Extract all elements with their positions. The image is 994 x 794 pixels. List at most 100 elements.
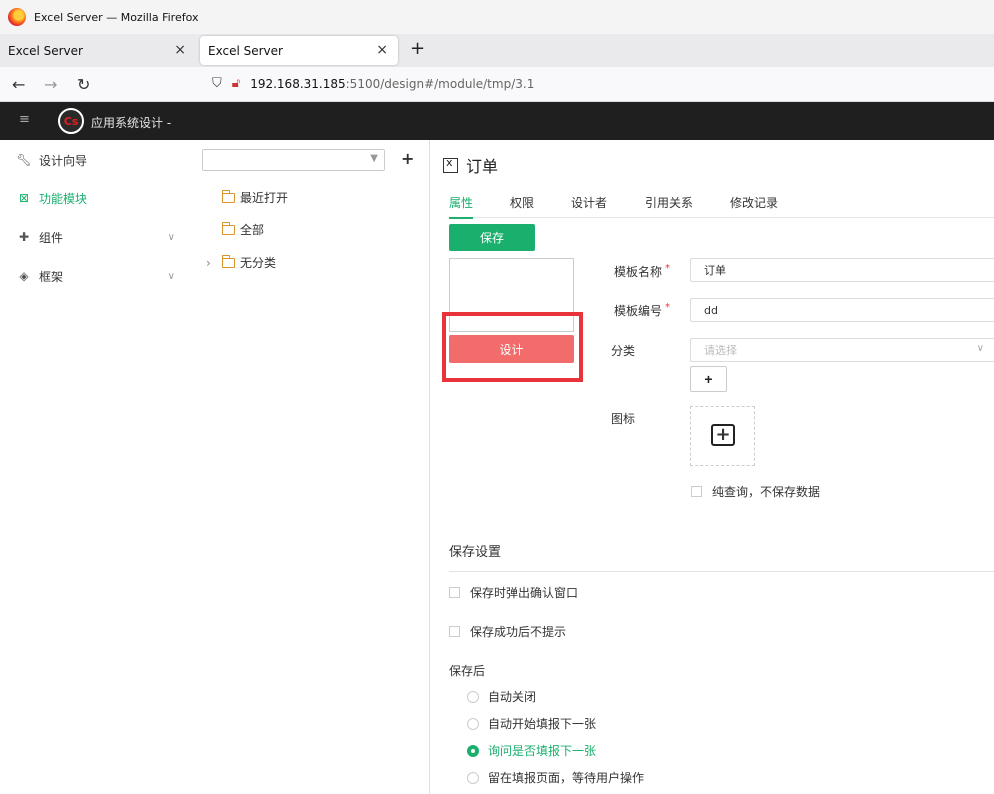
radio-label: 询问是否填报下一张 bbox=[488, 744, 597, 758]
radio-auto-next[interactable]: 自动开始填报下一张 bbox=[467, 715, 596, 732]
shield-icon: ⛉ bbox=[212, 76, 222, 91]
tab-references[interactable]: 引用关系 bbox=[645, 194, 693, 217]
chevron-right-icon[interactable]: › bbox=[206, 256, 211, 270]
query-only-checkbox[interactable]: 纯查询，不保存数据 bbox=[691, 483, 820, 500]
checkbox-label: 保存成功后不提示 bbox=[470, 625, 567, 639]
wrench-icon: 🔧︎ bbox=[16, 153, 32, 167]
tree-node-label: 最近打开 bbox=[240, 191, 289, 205]
save-button[interactable]: 保存 bbox=[449, 224, 535, 251]
icon-upload-box[interactable]: + bbox=[690, 406, 755, 466]
category-select[interactable]: 请选择 ∨ bbox=[690, 338, 994, 362]
radio-dot[interactable] bbox=[467, 690, 479, 703]
cube-icon: ◈ bbox=[19, 269, 29, 283]
sidebar-item-components[interactable]: ✚ 组件 ∨ bbox=[16, 227, 181, 247]
category-placeholder: 请选择 bbox=[704, 344, 737, 357]
chevron-down-icon: ∨ bbox=[976, 343, 984, 354]
sidebar: 🔧︎ 设计向导 ⊠ 功能模块 ✚ 组件 ∨ ◈ 框架 ∨ bbox=[0, 140, 192, 794]
tree-node-recent[interactable]: 最近打开 bbox=[221, 189, 289, 206]
icon-label: 图标 bbox=[611, 412, 636, 426]
radio-label: 留在填报页面，等待用户操作 bbox=[488, 771, 645, 785]
tab-change-log[interactable]: 修改记录 bbox=[730, 194, 778, 217]
template-preview bbox=[449, 258, 574, 332]
page-title: 订单 bbox=[443, 153, 498, 177]
forward-arrow-icon[interactable]: → bbox=[44, 75, 57, 94]
reload-icon[interactable]: ↻ bbox=[77, 75, 90, 94]
browser-tab-label: Excel Server bbox=[208, 43, 283, 58]
window-titlebar: Excel Server — Mozilla Firefox bbox=[0, 0, 994, 34]
section-divider bbox=[449, 571, 994, 572]
confirm-popup-checkbox[interactable]: 保存时弹出确认窗口 bbox=[449, 584, 578, 601]
menu-icon[interactable]: ≡ bbox=[19, 112, 30, 127]
app-title: 应用系统设计 - bbox=[91, 116, 172, 130]
tree-node-all[interactable]: 全部 bbox=[221, 221, 265, 238]
browser-tab-1[interactable]: Excel Server × bbox=[0, 36, 196, 65]
category-label: 分类 bbox=[611, 344, 636, 358]
radio-ask-next[interactable]: 询问是否填报下一张 bbox=[467, 742, 596, 759]
module-icon: ⊠ bbox=[18, 191, 30, 205]
radio-auto-close[interactable]: 自动关闭 bbox=[467, 688, 536, 705]
close-icon[interactable]: × bbox=[376, 42, 388, 58]
module-icon bbox=[443, 156, 458, 173]
checkbox-box[interactable] bbox=[691, 486, 702, 497]
radio-label: 自动开始填报下一张 bbox=[488, 717, 597, 731]
sidebar-item-label: 设计向导 bbox=[39, 153, 88, 168]
sidebar-item-function-module[interactable]: ⊠ 功能模块 bbox=[16, 188, 181, 208]
app-logo: Cs bbox=[58, 108, 84, 134]
tree-search-input[interactable]: ▼ bbox=[202, 149, 385, 171]
tree-node-uncategorized[interactable]: › 无分类 bbox=[206, 254, 277, 271]
radio-dot[interactable] bbox=[467, 771, 479, 784]
browser-tab-label: Excel Server bbox=[8, 43, 83, 58]
design-button[interactable]: 设计 bbox=[449, 335, 574, 363]
radio-stay-on-page[interactable]: 留在填报页面，等待用户操作 bbox=[467, 769, 644, 786]
puzzle-icon: ✚ bbox=[18, 230, 30, 244]
sidebar-item-label: 框架 bbox=[39, 269, 64, 284]
module-tree-panel: ▼ + 最近打开 全部 › 无分类 bbox=[192, 140, 430, 794]
app-header: ≡ Cs 应用系统设计 - bbox=[0, 102, 994, 140]
template-code-field[interactable]: dd bbox=[690, 298, 994, 322]
close-icon[interactable]: × bbox=[174, 42, 186, 58]
add-category-button[interactable]: + bbox=[690, 366, 727, 392]
radio-label: 自动关闭 bbox=[488, 690, 537, 704]
back-arrow-icon[interactable]: ← bbox=[12, 75, 25, 94]
checkbox-label: 纯查询，不保存数据 bbox=[712, 485, 821, 499]
url-host: 192.168.31.185 bbox=[250, 76, 346, 91]
insecure-lock-icon[interactable]: 🔓︎ bbox=[232, 76, 240, 91]
browser-navbar: ← → ↻ ⛉ 🔓︎ 192.168.31.185:5100/design#/m… bbox=[0, 67, 994, 102]
template-name-label: 模板名称 * bbox=[614, 263, 671, 279]
radio-dot[interactable] bbox=[467, 717, 479, 730]
url-path: :5100/design#/module/tmp/3.1 bbox=[345, 76, 535, 91]
chevron-down-icon: ∨ bbox=[167, 270, 175, 282]
radio-dot[interactable] bbox=[467, 744, 479, 757]
firefox-logo-icon bbox=[8, 8, 26, 26]
url-bar[interactable]: ⛉ 🔓︎ 192.168.31.185:5100/design#/module/… bbox=[212, 76, 534, 91]
save-settings-title: 保存设置 bbox=[449, 545, 502, 560]
folder-icon bbox=[221, 254, 235, 268]
folder-icon bbox=[221, 221, 235, 235]
new-tab-button[interactable]: + bbox=[410, 38, 425, 59]
tab-properties[interactable]: 属性 bbox=[449, 194, 474, 219]
template-name-field[interactable]: 订单 bbox=[690, 258, 994, 282]
sidebar-item-frames[interactable]: ◈ 框架 ∨ bbox=[16, 266, 181, 286]
tab-permissions[interactable]: 权限 bbox=[510, 194, 534, 217]
tree-node-label: 全部 bbox=[240, 223, 265, 237]
no-prompt-checkbox[interactable]: 保存成功后不提示 bbox=[449, 623, 566, 640]
chevron-down-icon: ∨ bbox=[167, 231, 175, 243]
tree-node-label: 无分类 bbox=[240, 256, 277, 270]
main-content: 订单 属性 权限 设计者 引用关系 修改记录 保存 设计 模板名称* 订单 模板… bbox=[431, 140, 994, 794]
filter-icon[interactable]: ▼ bbox=[370, 153, 378, 164]
sidebar-item-design-wizard[interactable]: 🔧︎ 设计向导 bbox=[16, 150, 181, 170]
folder-icon bbox=[221, 189, 235, 203]
checkbox-box[interactable] bbox=[449, 587, 460, 598]
template-code-label: 模板编号 * bbox=[614, 302, 671, 318]
page-title-text: 订单 bbox=[466, 157, 499, 176]
browser-tabbar: Excel Server × Excel Server × bbox=[0, 34, 994, 67]
sidebar-item-label: 功能模块 bbox=[39, 191, 88, 206]
browser-tab-2[interactable]: Excel Server × bbox=[200, 36, 398, 65]
tab-designers[interactable]: 设计者 bbox=[571, 194, 607, 217]
window-title: Excel Server — Mozilla Firefox bbox=[34, 10, 199, 24]
after-save-title: 保存后 bbox=[449, 664, 486, 678]
add-module-button[interactable]: + bbox=[401, 149, 414, 168]
sidebar-item-label: 组件 bbox=[39, 230, 64, 245]
property-tabs: 属性 权限 设计者 引用关系 修改记录 bbox=[449, 192, 994, 219]
checkbox-box[interactable] bbox=[449, 626, 460, 637]
